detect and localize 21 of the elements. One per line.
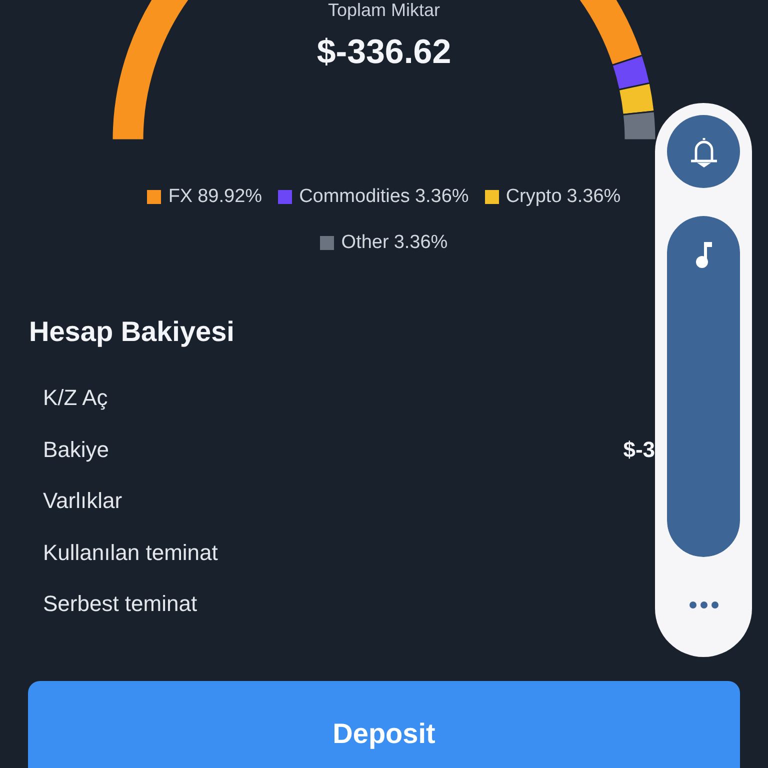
balance-label: Varlıklar (43, 487, 122, 516)
total-amount: $-336.62 (316, 32, 452, 72)
legend-label: Commodities (299, 185, 410, 209)
legend-value: 3.36% (414, 185, 469, 209)
balance-value: $-3 (623, 436, 655, 464)
balance-label: K/Z Aç (43, 384, 108, 412)
legend-label: Crypto (506, 185, 562, 209)
balance-label: Serbest teminat (43, 590, 198, 618)
more-icon (688, 601, 718, 609)
legend-value: 89.92% (198, 185, 262, 209)
balance-label: Kullanılan teminat (43, 538, 218, 567)
legend-value: 3.36% (566, 185, 621, 209)
legend-value: 3.36% (394, 231, 448, 255)
deposit-button[interactable]: Deposit (28, 681, 740, 768)
music-note-icon (694, 240, 714, 270)
legend-label: FX (168, 185, 193, 209)
balance-label: Bakiye (43, 436, 110, 464)
notification-button[interactable] (667, 115, 740, 188)
total-label: Toplam Miktar (328, 0, 440, 20)
section-title: Hesap Bakiyesi (29, 315, 234, 349)
legend-label: Other (341, 231, 389, 255)
